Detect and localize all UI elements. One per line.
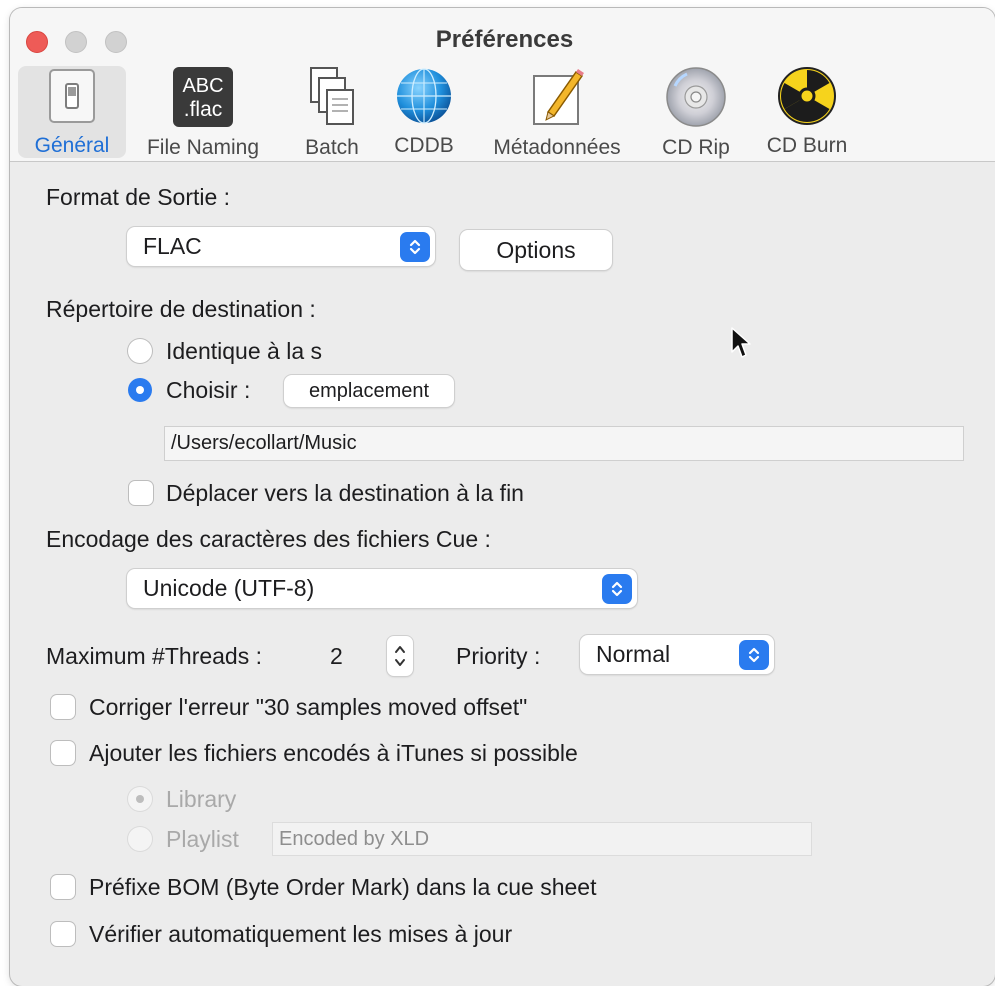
tab-cd-rip[interactable]: CD Rip <box>654 66 738 159</box>
globe-icon <box>392 66 456 126</box>
auto-update-checkbox[interactable] <box>51 922 75 946</box>
tab-batch-label: Batch <box>305 136 359 159</box>
choose-label: Choisir : <box>166 377 251 403</box>
playlist-name-field[interactable]: Encoded by XLD <box>272 822 812 856</box>
svg-text:ABC: ABC <box>182 75 223 97</box>
popup-arrows-icon <box>739 639 769 670</box>
priority-label: Priority : <box>456 643 541 669</box>
tab-batch[interactable]: Batch <box>290 66 374 159</box>
destination-path-field[interactable]: /Users/ecollart/Music <box>164 426 964 461</box>
title-toolbar-area: Préférences Général ABC .flac File Namin… <box>10 8 995 162</box>
add-to-itunes-checkbox[interactable] <box>51 741 75 765</box>
tab-cd-burn[interactable]: CD Burn <box>760 66 854 158</box>
destination-label: Répertoire de destination : <box>46 296 316 322</box>
general-switch-icon <box>40 66 104 126</box>
move-at-end-label: Déplacer vers la destination à la fin <box>166 480 524 506</box>
tab-cd-rip-label: CD Rip <box>662 136 730 159</box>
tab-cddb[interactable]: CDDB <box>382 66 466 158</box>
documents-stack-icon <box>300 66 364 128</box>
same-as-source-label: Identique à la s <box>166 338 323 364</box>
bom-checkbox[interactable] <box>51 875 75 899</box>
mouse-pointer-icon <box>730 326 754 365</box>
threads-value: 2 <box>330 643 343 669</box>
same-as-source-radio[interactable] <box>128 339 152 363</box>
cue-encoding-label: Encodage des caractères des fichiers Cue… <box>46 526 491 552</box>
tab-general-label: Général <box>34 134 110 157</box>
auto-update-label: Vérifier automatiquement les mises à jou… <box>89 921 513 947</box>
priority-select[interactable]: Normal <box>580 635 774 674</box>
move-at-end-checkbox[interactable] <box>129 481 153 505</box>
popup-arrows-icon <box>400 231 430 262</box>
cd-disc-icon <box>664 66 728 128</box>
abc-flac-icon: ABC .flac <box>171 66 235 128</box>
stepper-arrows-icon <box>395 646 405 666</box>
priority-value: Normal <box>596 641 671 667</box>
tab-file-naming-label: File Naming <box>146 136 260 159</box>
radiation-icon <box>775 66 839 126</box>
options-button[interactable]: Options <box>460 230 612 270</box>
output-format-select[interactable]: FLAC <box>127 227 435 266</box>
bom-label: Préfixe BOM (Byte Order Mark) dans la cu… <box>89 874 597 900</box>
location-button[interactable]: emplacement <box>284 375 454 407</box>
pencil-paper-icon <box>525 66 589 128</box>
playlist-radio[interactable] <box>128 827 152 851</box>
popup-arrows-icon <box>602 573 632 604</box>
fix-offset-checkbox[interactable] <box>51 695 75 719</box>
output-format-value: FLAC <box>143 233 202 259</box>
tab-general[interactable]: Général <box>18 66 126 158</box>
choose-radio[interactable] <box>128 378 152 402</box>
add-to-itunes-label: Ajouter les fichiers encodés à iTunes si… <box>89 740 578 766</box>
cue-encoding-select[interactable]: Unicode (UTF-8) <box>127 569 637 608</box>
tab-cddb-label: CDDB <box>394 134 454 157</box>
svg-text:.flac: .flac <box>184 98 223 121</box>
tab-metadata[interactable]: Métadonnées <box>482 66 632 159</box>
library-label: Library <box>166 786 237 812</box>
playlist-label: Playlist <box>166 826 239 852</box>
fix-offset-label: Corriger l'erreur "30 samples moved offs… <box>89 694 528 720</box>
tab-cd-burn-label: CD Burn <box>766 134 848 157</box>
preferences-window: Préférences Général ABC .flac File Namin… <box>10 8 995 986</box>
library-radio[interactable] <box>128 787 152 811</box>
tab-metadata-label: Métadonnées <box>493 136 621 159</box>
threads-stepper[interactable] <box>387 636 413 676</box>
cue-encoding-value: Unicode (UTF-8) <box>143 575 315 601</box>
window-title: Préférences <box>435 26 574 53</box>
threads-label: Maximum #Threads : <box>46 643 263 669</box>
output-format-label: Format de Sortie : <box>46 184 231 210</box>
tab-file-naming[interactable]: ABC .flac File Naming <box>138 66 268 159</box>
